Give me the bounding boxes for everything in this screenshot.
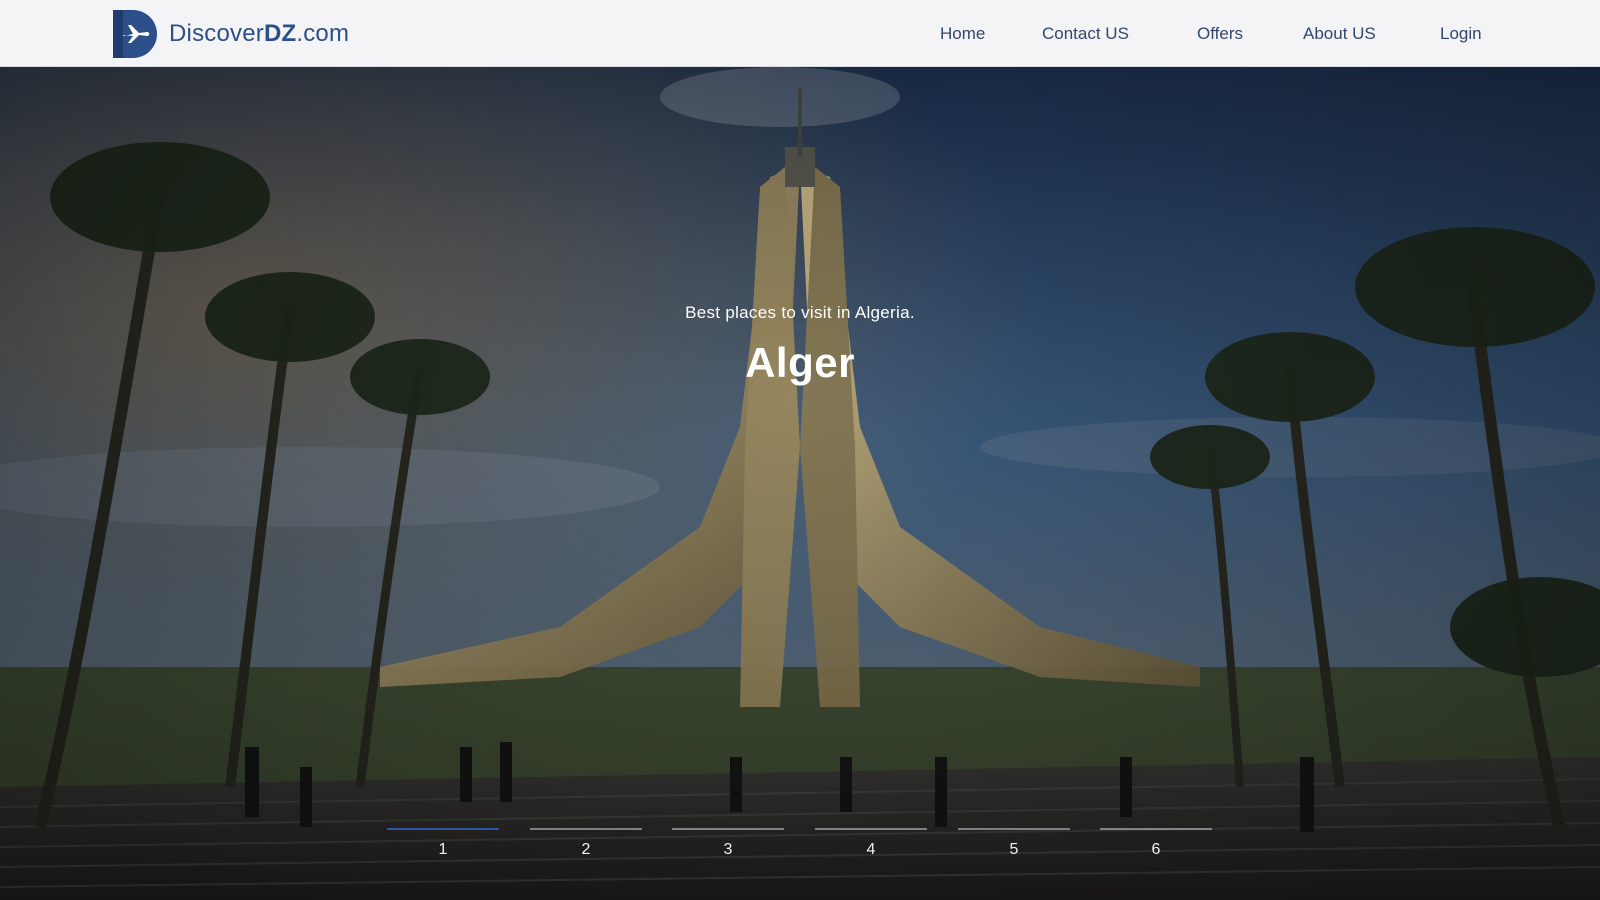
nav-login[interactable]: Login [1440, 24, 1482, 44]
slide-indicators: 1 2 3 4 5 6 [0, 828, 1600, 878]
nav-offers[interactable]: Offers [1197, 24, 1243, 44]
hero-banner: Best places to visit in Algeria. Alger 1… [0, 67, 1600, 900]
slide-indicator-number: 2 [581, 841, 591, 858]
slide-indicator-bar [1100, 828, 1212, 830]
nav-home[interactable]: Home [940, 24, 985, 44]
slide-indicator-number: 6 [1151, 841, 1161, 858]
slide-indicator-1[interactable]: 1 [387, 828, 499, 864]
slide-indicator-4[interactable]: 4 [815, 828, 927, 864]
slide-indicator-5[interactable]: 5 [958, 828, 1070, 864]
hero-overlay [0, 67, 1600, 900]
slide-indicator-bar [530, 828, 642, 830]
slide-indicator-bar [387, 828, 499, 830]
slide-indicator-number: 1 [438, 841, 448, 858]
slide-indicator-bar [672, 828, 784, 830]
slide-indicator-2[interactable]: 2 [530, 828, 642, 864]
hero-title: Alger [745, 339, 855, 386]
main-nav: Home Contact US Offers About US Login [0, 0, 1600, 67]
site-header: Discover DZ .com Home Contact US Offers Ab… [0, 0, 1600, 67]
nav-contact-us[interactable]: Contact US [1042, 24, 1129, 44]
hero-subtitle: Best places to visit in Algeria. [685, 303, 915, 322]
slide-indicator-number: 4 [866, 841, 876, 858]
slide-indicator-3[interactable]: 3 [672, 828, 784, 864]
slide-indicator-bar [815, 828, 927, 830]
slide-indicator-6[interactable]: 6 [1100, 828, 1212, 864]
slide-indicator-bar [958, 828, 1070, 830]
slide-indicator-number: 3 [723, 841, 733, 858]
nav-about-us[interactable]: About US [1303, 24, 1376, 44]
slide-indicator-number: 5 [1009, 841, 1019, 858]
